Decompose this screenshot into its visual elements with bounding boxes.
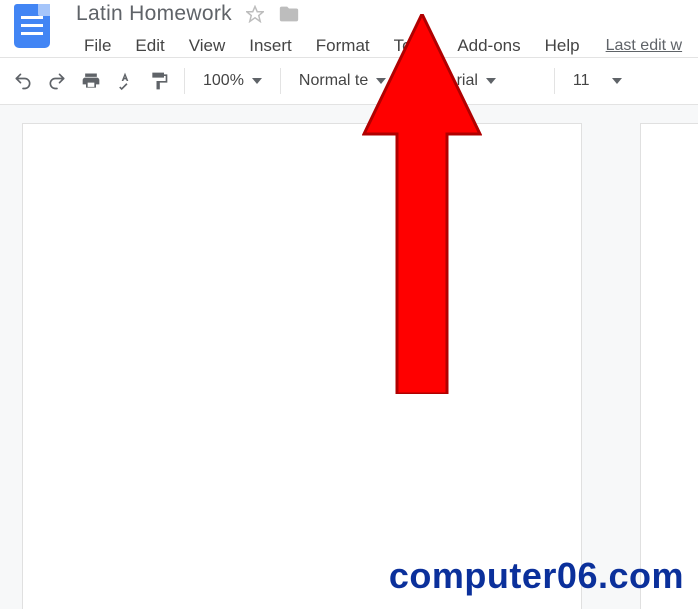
separator [554, 68, 555, 94]
paragraph-style-value: Normal te [299, 72, 368, 90]
menu-edit[interactable]: Edit [123, 32, 176, 60]
paragraph-style-dropdown[interactable]: Normal te [289, 64, 419, 98]
chevron-down-icon [252, 78, 262, 84]
menu-format[interactable]: Format [304, 32, 382, 60]
toolbar: 100% Normal te Arial 11 [0, 58, 698, 104]
menu-help[interactable]: Help [533, 32, 592, 60]
separator [427, 68, 428, 94]
docs-logo[interactable] [8, 0, 56, 48]
font-value: Arial [446, 72, 478, 90]
undo-button[interactable] [6, 64, 40, 98]
last-edit-link[interactable]: Last edit w [606, 37, 682, 55]
zoom-dropdown[interactable]: 100% [193, 64, 272, 98]
menu-addons[interactable]: Add-ons [445, 32, 532, 60]
star-icon[interactable] [246, 5, 264, 23]
zoom-value: 100% [203, 72, 244, 90]
menu-file[interactable]: File [72, 32, 123, 60]
chevron-down-icon [376, 78, 386, 84]
print-button[interactable] [74, 64, 108, 98]
menu-insert[interactable]: Insert [237, 32, 304, 60]
menu-bar: File Edit View Insert Format Tools Add-o… [56, 26, 698, 60]
page[interactable] [640, 123, 698, 609]
chevron-down-icon [612, 78, 622, 84]
watermark-text: computer06.com [389, 555, 684, 597]
font-size-dropdown[interactable]: 11 [563, 64, 632, 98]
spellcheck-button[interactable] [108, 64, 142, 98]
menu-tools[interactable]: Tools [382, 32, 446, 60]
document-canvas[interactable] [0, 105, 698, 609]
font-dropdown[interactable]: Arial [436, 64, 546, 98]
document-title[interactable]: Latin Homework [76, 2, 232, 26]
separator [280, 68, 281, 94]
paint-format-button[interactable] [142, 64, 176, 98]
move-folder-icon[interactable] [278, 3, 300, 25]
separator [184, 68, 185, 94]
font-size-value: 11 [573, 72, 590, 90]
page[interactable] [22, 123, 582, 609]
menu-view[interactable]: View [177, 32, 238, 60]
redo-button[interactable] [40, 64, 74, 98]
chevron-down-icon [486, 78, 496, 84]
